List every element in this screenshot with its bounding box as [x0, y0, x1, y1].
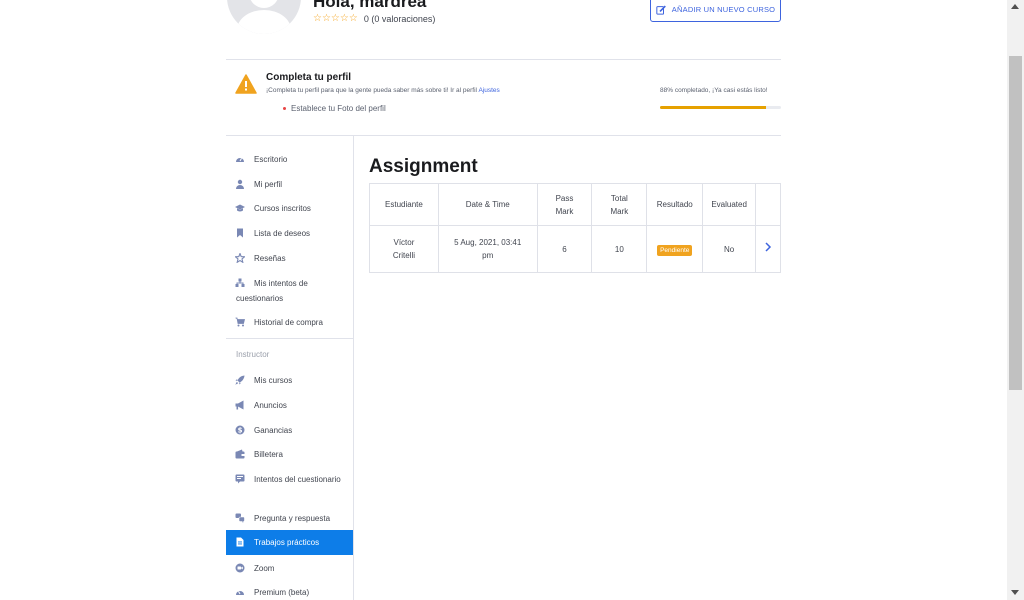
cell-student: Víctor Critelli [369, 225, 439, 273]
column-header-evaluated: Evaluated [702, 183, 757, 226]
sidebar-item-mi-perfil[interactable]: Mi perfil [226, 179, 353, 192]
rating-text: 0 (0 valoraciones) [363, 13, 436, 24]
sidebar-item-escritorio[interactable]: Escritorio [226, 154, 353, 167]
sidebar-item-cursos-inscritos[interactable]: Cursos inscritos [226, 203, 353, 216]
sidebar-item-intentos-del-cuestionario[interactable]: Intentos del cuestionario [226, 474, 353, 487]
rocket-icon [235, 375, 245, 385]
instructor-section-label: Instructor [236, 350, 270, 359]
column-header-pass-mark: Pass Mark [536, 183, 593, 226]
column-header-action [755, 183, 781, 226]
warning-icon [235, 74, 257, 94]
wallet-icon [235, 449, 245, 459]
cell-result: Pendiente [646, 225, 704, 273]
sidebar-item-zoom[interactable]: Zoom [226, 563, 353, 576]
table-header-row: Estudiante Date & Time Pass Mark Total M… [369, 183, 781, 226]
rating-stars-icon: ☆☆☆☆☆ [313, 13, 358, 24]
add-new-course-label: AÑADIR UN NUEVO CURSO [671, 5, 776, 14]
cart-icon [235, 317, 245, 327]
sidebar: Escritorio Mi perfil Cursos inscritos Li… [226, 136, 354, 600]
progress-text: 88% completado, ¡Ya casi estás listo! [660, 87, 768, 94]
zoom-icon [235, 563, 245, 573]
profile-task-label: Establece tu Foto del perfil [291, 104, 386, 113]
page-scrollbar[interactable] [1007, 0, 1024, 600]
coin-icon: $ [235, 425, 245, 435]
complete-profile-title: Completa tu perfil [266, 72, 352, 83]
sidebar-item-anuncios[interactable]: Anuncios [226, 400, 353, 413]
bullet-dot-icon [283, 107, 286, 110]
column-header-date-time: Date & Time [437, 183, 538, 226]
edit-icon [656, 5, 666, 15]
sidebar-item-pregunta-y-respuesta[interactable]: Pregunta y respuesta [226, 513, 353, 526]
add-new-course-button[interactable]: AÑADIR UN NUEVO CURSO [650, 0, 781, 22]
quiz-attempts-icon [235, 278, 245, 287]
header-divider [226, 59, 781, 60]
user-icon [236, 179, 244, 189]
profile-progress-bar [660, 106, 781, 109]
sidebar-item-historial-de-compra[interactable]: Historial de compra [226, 317, 353, 330]
cell-action[interactable] [755, 225, 781, 273]
settings-link[interactable]: Ajustes [478, 87, 499, 94]
svg-text:$: $ [238, 427, 243, 435]
rating: ☆☆☆☆☆ 0 (0 valoraciones) [313, 13, 435, 24]
cell-pass-mark: 6 [536, 225, 593, 273]
premium-icon [236, 591, 244, 595]
column-header-estudiante: Estudiante [369, 183, 439, 226]
sidebar-item-lista-de-deseos[interactable]: Lista de deseos [226, 228, 353, 241]
cell-datetime: 5 Aug, 2021, 03:41 pm [437, 225, 538, 273]
graduation-cap-icon [235, 204, 245, 212]
status-badge: Pendiente [657, 244, 693, 256]
sidebar-item-trabajos-practicos[interactable]: Trabajos prácticos [226, 530, 353, 555]
sidebar-section-divider [226, 338, 353, 339]
table-row[interactable]: Víctor Critelli 5 Aug, 2021, 03:41 pm 6 … [369, 225, 781, 273]
sidebar-item-mis-cursos[interactable]: Mis cursos [226, 375, 353, 388]
quiz-icon [235, 474, 245, 484]
avatar [227, 0, 301, 34]
qa-icon [235, 513, 245, 523]
sidebar-item-ganancias[interactable]: $ Ganancias [226, 425, 353, 438]
greeting: Hola, mardrea [313, 0, 427, 11]
column-header-total-mark: Total Mark [591, 183, 648, 226]
assignment-icon [236, 537, 244, 547]
chevron-right-icon[interactable] [764, 242, 772, 252]
sidebar-item-mis-intentos-de-cuestionarios[interactable]: Mis intentos de cuestionarios [226, 278, 353, 306]
bookmark-icon [237, 228, 243, 238]
star-icon [235, 253, 245, 263]
megaphone-icon [235, 400, 244, 410]
scroll-up-icon[interactable] [1011, 4, 1019, 9]
assignments-table: Estudiante Date & Time Pass Mark Total M… [369, 183, 781, 273]
cell-total-mark: 10 [591, 225, 648, 273]
profile-progress-fill [660, 106, 767, 109]
profile-task-item[interactable]: Establece tu Foto del perfil [283, 104, 386, 113]
cell-evaluated: No [702, 225, 757, 273]
sidebar-item-premium-beta[interactable]: Premium (beta) [226, 587, 353, 600]
column-header-resultado: Resultado [646, 183, 704, 226]
sidebar-item-resenas[interactable]: Reseñas [226, 253, 353, 266]
scrollbar-thumb[interactable] [1009, 56, 1022, 390]
scroll-down-icon[interactable] [1011, 590, 1019, 595]
page-title: Assignment [369, 156, 478, 177]
dashboard-icon [236, 158, 244, 162]
sidebar-item-billetera[interactable]: Billetera [226, 449, 353, 462]
complete-profile-description: ¡Completa tu perfil para que la gente pu… [266, 87, 500, 94]
